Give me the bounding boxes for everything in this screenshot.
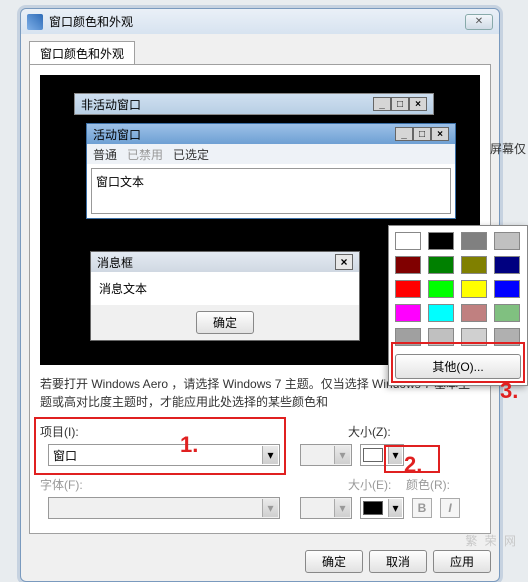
inactive-window-title: 非活动窗口 [81,96,141,113]
palette-color[interactable] [461,328,487,346]
palette-color[interactable] [494,304,520,322]
chevron-down-icon: ▾ [262,499,278,517]
close-icon[interactable]: × [409,97,427,111]
bold-button: B [412,498,432,518]
palette-color[interactable] [395,304,421,322]
message-text: 消息文本 [99,282,147,296]
menu-disabled: 已禁用 [127,146,163,163]
message-box-title: 消息框 [97,254,133,271]
chevron-down-icon[interactable]: ▾ [262,446,278,464]
other-colors-button[interactable]: 其他(O)... [395,354,521,379]
menu-selected[interactable]: 已选定 [173,146,209,163]
chevron-down-icon: ▾ [334,499,350,517]
palette-color[interactable] [428,304,454,322]
menu-bar: 普通 已禁用 已选定 [87,144,455,164]
dialog-titlebar[interactable]: 窗口颜色和外观 ✕ [21,9,499,34]
color2-swatch [363,501,383,515]
palette-color[interactable] [428,232,454,250]
palette-color[interactable] [461,232,487,250]
maximize-icon[interactable]: □ [391,97,409,111]
active-window-title: 活动窗口 [93,126,141,143]
close-icon[interactable]: × [431,127,449,141]
color1-picker[interactable]: ▾ [360,444,404,466]
minimize-icon[interactable]: _ [373,97,391,111]
item-value: 窗口 [53,447,77,464]
cancel-button[interactable]: 取消 [369,550,427,573]
color1-swatch [363,448,383,462]
minimize-icon[interactable]: _ [395,127,413,141]
dialog-title: 窗口颜色和外观 [49,13,133,30]
client-area: 窗口文本 [91,168,451,214]
dialog-close-button[interactable]: ✕ [465,14,493,30]
side-text: 屏幕仅 [490,140,526,157]
font-label: 字体(F): [40,476,100,493]
palette-color[interactable] [461,280,487,298]
palette-color[interactable] [494,256,520,274]
active-window: 活动窗口 _ □ × 普通 已禁用 已选定 窗口文本 [86,123,456,219]
msgbox-ok-button[interactable]: 确定 [196,311,254,334]
ok-button[interactable]: 确定 [305,550,363,573]
font-combobox: ▾ [48,497,280,519]
size2-label: 大小(E): [348,476,398,493]
palette-grid [395,232,521,346]
palette-color[interactable] [428,256,454,274]
palette-color[interactable] [395,328,421,346]
item-combobox[interactable]: 窗口 ▾ [48,444,280,466]
message-box: 消息框 × 消息文本 确定 [90,251,360,341]
apply-button[interactable]: 应用 [433,550,491,573]
app-icon [27,14,43,30]
palette-color[interactable] [461,304,487,322]
size-label: 大小(Z): [348,423,398,440]
palette-color[interactable] [494,328,520,346]
close-icon[interactable]: × [335,254,353,270]
palette-color[interactable] [395,256,421,274]
spinner-icon: ▾ [334,446,350,464]
chevron-down-icon[interactable]: ▾ [388,446,402,464]
menu-normal[interactable]: 普通 [93,146,117,163]
window-text: 窗口文本 [96,175,144,189]
palette-color[interactable] [428,280,454,298]
palette-color[interactable] [395,280,421,298]
tab-colors[interactable]: 窗口颜色和外观 [29,41,135,65]
palette-color[interactable] [395,232,421,250]
size2-combobox: ▾ [300,497,352,519]
item-label: 项目(I): [40,423,100,440]
inactive-window: 非活动窗口 _ □ × [74,93,434,115]
chevron-down-icon[interactable]: ▾ [388,499,402,517]
palette-color[interactable] [428,328,454,346]
tab-strip: 窗口颜色和外观 [29,40,491,64]
size-spinner: ▾ [300,444,352,466]
palette-color[interactable] [494,232,520,250]
watermark: 繁 荣 网 [465,532,518,549]
palette-color[interactable] [494,280,520,298]
color2-label: 颜色(R): [406,476,456,493]
italic-button: I [440,498,460,518]
color-palette-popup[interactable]: 其他(O)... [388,225,528,386]
palette-color[interactable] [461,256,487,274]
color2-picker[interactable]: ▾ [360,497,404,519]
maximize-icon[interactable]: □ [413,127,431,141]
dialog-footer: 确定 取消 应用 [21,542,499,581]
